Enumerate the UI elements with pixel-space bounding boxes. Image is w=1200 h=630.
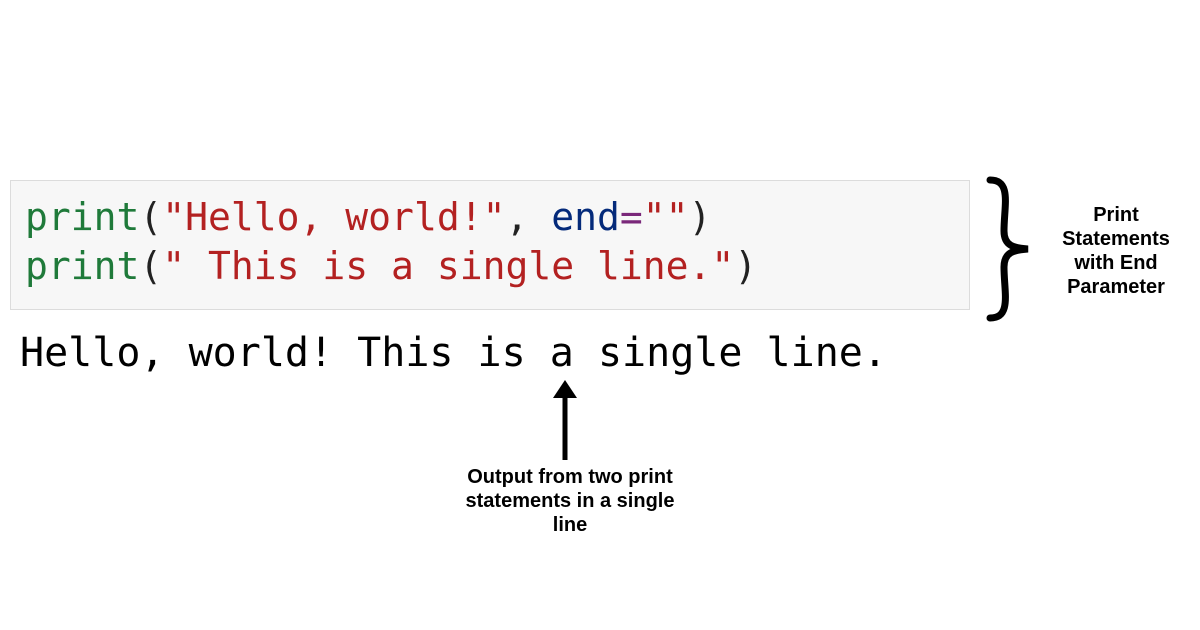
token-paren: ( xyxy=(139,244,162,288)
output-text: Hello, world! This is a single line. xyxy=(20,330,887,376)
diagram-stage: print("Hello, world!", end="") print(" T… xyxy=(0,0,1200,630)
token-paren: ) xyxy=(689,195,712,239)
token-fn: print xyxy=(25,195,139,239)
annotation-bottom: Output from two print statements in a si… xyxy=(460,465,680,537)
annotation-right: Print Statements with End Parameter xyxy=(1046,203,1186,299)
token-comma: , xyxy=(505,195,551,239)
curly-brace-icon xyxy=(982,176,1042,322)
token-string: "Hello, world!" xyxy=(162,195,505,239)
code-line-2: print(" This is a single line.") xyxy=(25,244,757,288)
token-fn: print xyxy=(25,244,139,288)
code-block: print("Hello, world!", end="") print(" T… xyxy=(10,180,970,310)
token-keyword: end xyxy=(551,195,620,239)
token-string: "" xyxy=(643,195,689,239)
token-paren: ) xyxy=(734,244,757,288)
code-line-1: print("Hello, world!", end="") xyxy=(25,195,711,239)
token-operator: = xyxy=(620,195,643,239)
token-paren: ( xyxy=(139,195,162,239)
arrow-up-icon xyxy=(545,380,585,462)
token-string: " This is a single line." xyxy=(162,244,734,288)
